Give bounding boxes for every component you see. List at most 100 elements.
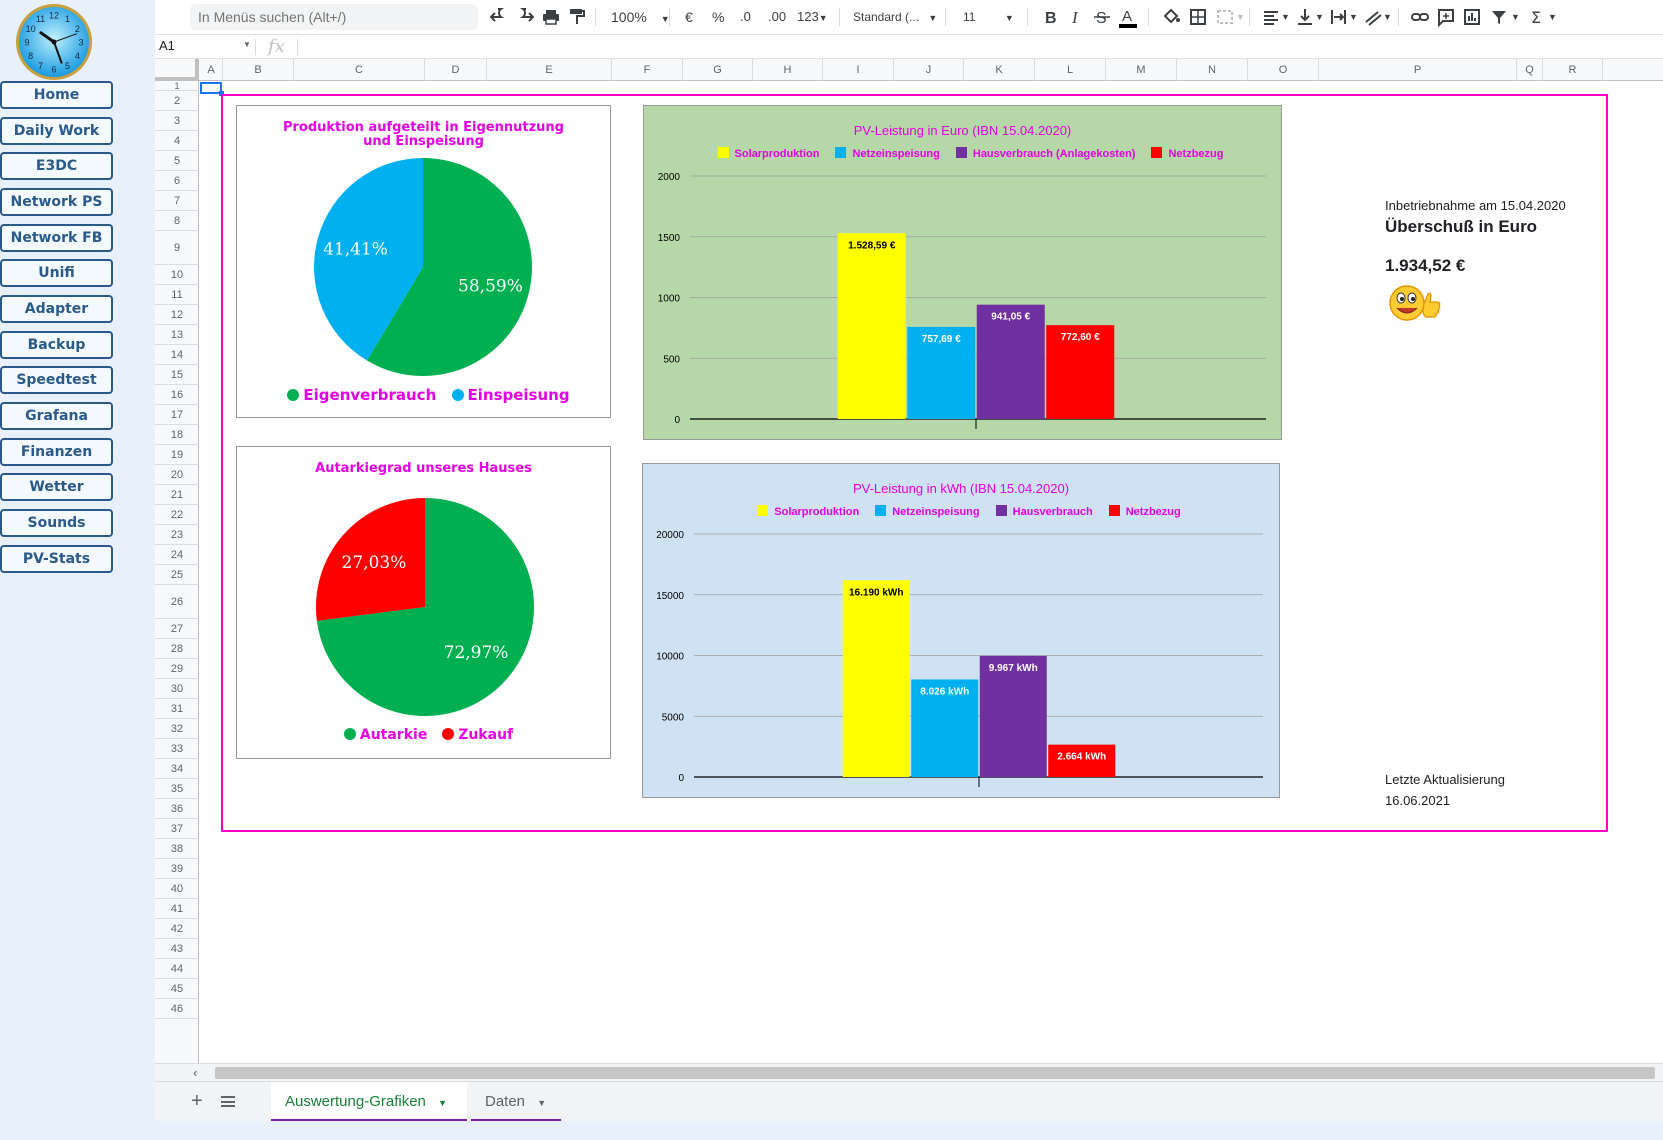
row-header-21[interactable]: 21 <box>155 485 199 505</box>
undo-icon[interactable] <box>488 5 508 29</box>
bar-chart-kwh[interactable]: PV-Leistung in kWh (IBN 15.04.2020) Sola… <box>642 463 1280 798</box>
row-header-2[interactable]: 2 <box>155 91 199 111</box>
row-header-44[interactable]: 44 <box>155 959 199 979</box>
row-header-30[interactable]: 30 <box>155 679 199 699</box>
row-header-35[interactable]: 35 <box>155 779 199 799</box>
insert-link-icon[interactable] <box>1410 5 1430 29</box>
row-header-16[interactable]: 16 <box>155 385 199 405</box>
row-header-15[interactable]: 15 <box>155 365 199 385</box>
percent-format-button[interactable]: % <box>712 5 724 29</box>
bar-chart-euro[interactable]: PV-Leistung in Euro (IBN 15.04.2020) Sol… <box>643 105 1282 440</box>
column-header-q[interactable]: Q <box>1517 59 1543 81</box>
nav-button-pv-stats[interactable]: PV-Stats <box>0 545 113 573</box>
italic-icon[interactable]: I <box>1067 5 1087 29</box>
row-header-1[interactable]: 1 <box>155 81 199 91</box>
chevron-left-icon[interactable]: ‹ <box>193 1064 197 1081</box>
row-header-11[interactable]: 11 <box>155 285 199 305</box>
column-header-r[interactable]: R <box>1543 59 1603 81</box>
bar-hausverbrauch[interactable] <box>979 655 1047 777</box>
chevron-down-icon[interactable]: ▼ <box>537 1098 546 1108</box>
row-header-22[interactable]: 22 <box>155 505 199 525</box>
row-header-33[interactable]: 33 <box>155 739 199 759</box>
text-color-icon[interactable]: A <box>1117 5 1139 29</box>
row-header-20[interactable]: 20 <box>155 465 199 485</box>
row-header-4[interactable]: 4 <box>155 131 199 151</box>
row-header-26[interactable]: 26 <box>155 585 199 619</box>
scrollbar-thumb[interactable] <box>215 1067 1655 1079</box>
text-rotation-icon[interactable]: ▼ <box>1363 5 1393 29</box>
nav-button-e3dc[interactable]: E3DC <box>0 152 113 180</box>
column-header-a[interactable]: A <box>200 59 223 81</box>
row-header-13[interactable]: 13 <box>155 325 199 345</box>
row-header-41[interactable]: 41 <box>155 899 199 919</box>
row-header-17[interactable]: 17 <box>155 405 199 425</box>
column-header-o[interactable]: O <box>1248 59 1319 81</box>
vertical-align-icon[interactable]: ▼ <box>1295 5 1325 29</box>
column-header-h[interactable]: H <box>753 59 823 81</box>
nav-button-speedtest[interactable]: Speedtest <box>0 366 113 394</box>
row-header-23[interactable]: 23 <box>155 525 199 545</box>
sheet-tab-auswertung[interactable]: Auswertung-Grafiken ▼ <box>271 1082 467 1122</box>
pie-chart-autarky[interactable]: Autarkiegrad unseres Hauses 72,97% 27,03%… <box>236 446 611 759</box>
row-header-28[interactable]: 28 <box>155 639 199 659</box>
nav-button-daily-work[interactable]: Daily Work <box>0 117 113 145</box>
row-header-37[interactable]: 37 <box>155 819 199 839</box>
font-select[interactable]: Standard (... ▼ <box>853 5 937 29</box>
nav-button-backup[interactable]: Backup <box>0 331 113 359</box>
bar-solarproduktion[interactable] <box>842 580 910 777</box>
row-header-5[interactable]: 5 <box>155 151 199 171</box>
row-header-27[interactable]: 27 <box>155 619 199 639</box>
row-header-38[interactable]: 38 <box>155 839 199 859</box>
row-header-8[interactable]: 8 <box>155 211 199 231</box>
strikethrough-icon[interactable]: S <box>1092 5 1112 29</box>
row-header-3[interactable]: 3 <box>155 111 199 131</box>
horizontal-scrollbar[interactable]: ‹ <box>155 1063 1663 1081</box>
filter-icon[interactable]: ▼ <box>1489 5 1523 29</box>
row-header-7[interactable]: 7 <box>155 191 199 211</box>
column-header-b[interactable]: B <box>223 59 294 81</box>
more-formats-button[interactable]: 123▼ <box>797 5 828 29</box>
row-header-31[interactable]: 31 <box>155 699 199 719</box>
font-size-select[interactable]: 11 ▼ <box>963 5 1014 29</box>
row-header-40[interactable]: 40 <box>155 879 199 899</box>
paint-format-icon[interactable] <box>567 5 587 29</box>
row-header-45[interactable]: 45 <box>155 979 199 999</box>
column-header-p[interactable]: P <box>1319 59 1517 81</box>
row-header-12[interactable]: 12 <box>155 305 199 325</box>
nav-button-wetter[interactable]: Wetter <box>0 473 113 501</box>
pie-chart-production[interactable]: Produktion aufgeteilt in Eigennutzung un… <box>236 105 611 418</box>
row-header-46[interactable]: 46 <box>155 999 199 1019</box>
zoom-select[interactable]: 100% ▼ <box>611 5 670 29</box>
row-header-32[interactable]: 32 <box>155 719 199 739</box>
text-wrap-icon[interactable]: ▼ <box>1329 5 1359 29</box>
row-header-25[interactable]: 25 <box>155 565 199 585</box>
bold-icon[interactable]: B <box>1041 5 1061 29</box>
column-header-e[interactable]: E <box>487 59 612 81</box>
functions-icon[interactable]: Σ ▼ <box>1528 5 1562 29</box>
horizontal-align-icon[interactable]: ▼ <box>1261 5 1291 29</box>
column-header-i[interactable]: I <box>823 59 894 81</box>
all-sheets-icon[interactable] <box>221 1096 235 1107</box>
column-header-j[interactable]: J <box>894 59 964 81</box>
row-header-14[interactable]: 14 <box>155 345 199 365</box>
column-header-k[interactable]: K <box>964 59 1035 81</box>
name-box[interactable]: A1 ▼ <box>159 38 251 56</box>
nav-button-unifi[interactable]: Unifi <box>0 259 113 287</box>
column-header-m[interactable]: M <box>1106 59 1177 81</box>
nav-button-grafana[interactable]: Grafana <box>0 402 113 430</box>
increase-decimal-button[interactable]: .00 <box>768 5 786 29</box>
row-header-36[interactable]: 36 <box>155 799 199 819</box>
add-sheet-icon[interactable]: + <box>191 1090 203 1112</box>
menu-search-input[interactable] <box>190 4 478 30</box>
row-header-39[interactable]: 39 <box>155 859 199 879</box>
nav-button-sounds[interactable]: Sounds <box>0 509 113 537</box>
row-header-6[interactable]: 6 <box>155 171 199 191</box>
select-all-corner[interactable] <box>155 59 199 81</box>
currency-format-button[interactable]: € <box>685 5 693 29</box>
borders-icon[interactable] <box>1188 5 1208 29</box>
print-icon[interactable] <box>541 5 561 29</box>
nav-button-home[interactable]: Home <box>0 81 113 109</box>
row-header-43[interactable]: 43 <box>155 939 199 959</box>
column-header-d[interactable]: D <box>425 59 487 81</box>
insert-chart-icon[interactable] <box>1462 5 1482 29</box>
